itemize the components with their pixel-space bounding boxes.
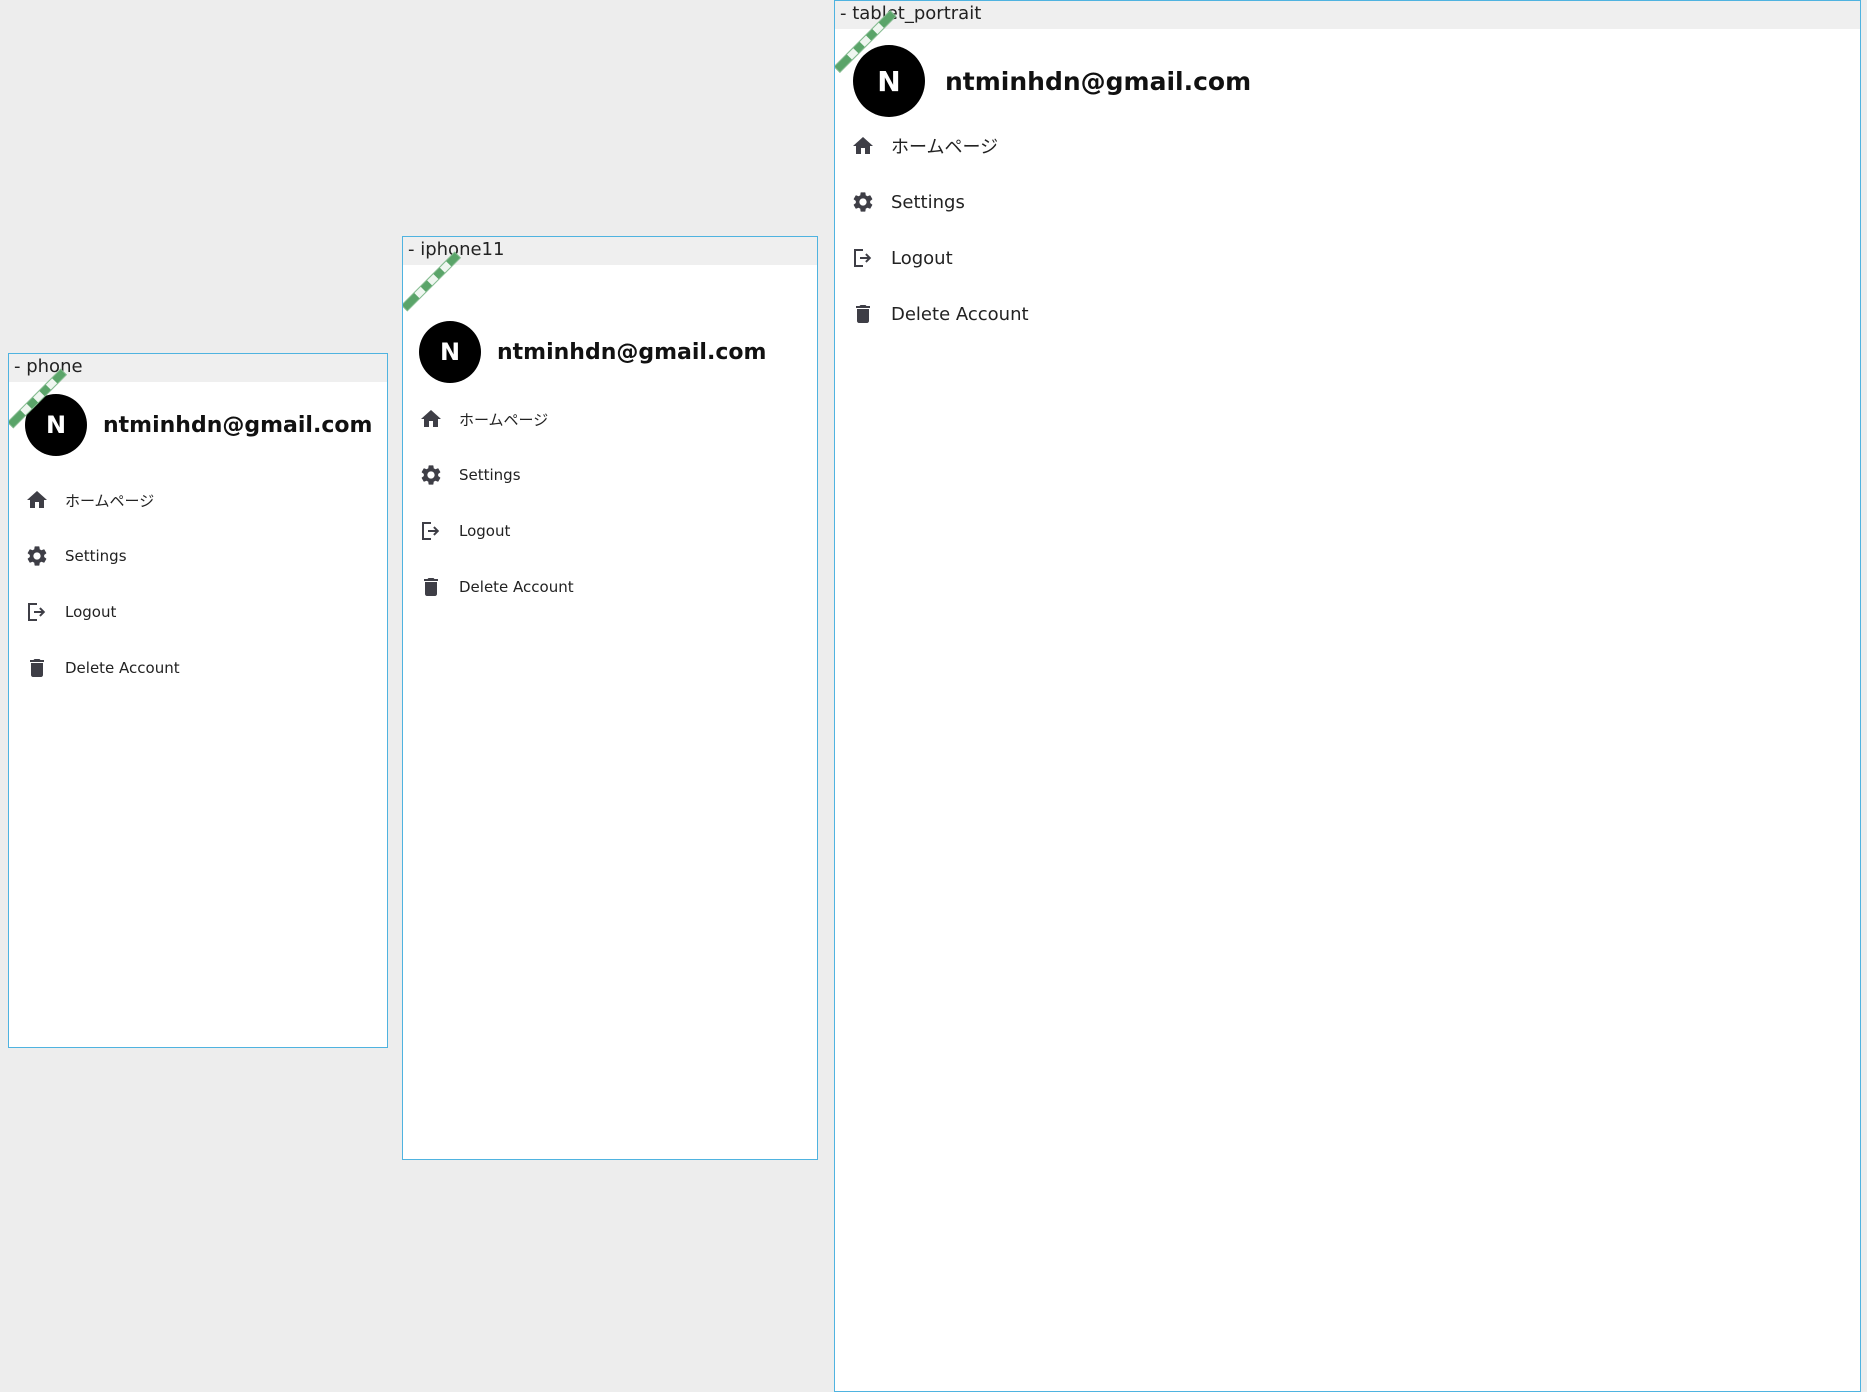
menu-item-label: ホームページ [459,410,549,429]
menu-item-settings[interactable]: Settings [851,174,1029,230]
menu-item-settings[interactable]: Settings [25,528,180,584]
user-email: ntminhdn@gmail.com [945,66,1252,96]
drawer-menu: ホームページ Settings Logout Delete Account [419,391,574,615]
menu-item-label: Settings [891,191,965,213]
drawer-menu: ホームページ Settings Logout Delete Account [851,118,1029,342]
menu-item-label: Delete Account [891,303,1029,325]
gear-icon [27,546,47,566]
menu-item-home[interactable]: ホームページ [25,472,180,528]
menu-item-label: ホームページ [65,491,155,510]
drawer-header: N ntminhdn@gmail.com [853,45,1251,117]
menu-item-label: Delete Account [459,578,574,596]
menu-item-logout[interactable]: Logout [25,584,180,640]
frame-label: - tablet_portrait [835,1,1860,29]
menu-item-label: Settings [459,466,521,484]
frame-label: - phone [9,354,387,382]
logout-icon [854,249,872,267]
trash-icon [424,578,438,596]
menu-item-label: Settings [65,547,127,565]
home-icon [27,491,47,508]
home-icon [853,137,873,154]
menu-item-label: Logout [459,522,511,540]
logout-icon [28,603,46,621]
menu-item-settings[interactable]: Settings [419,447,574,503]
logout-icon [422,522,440,540]
menu-item-delete-account[interactable]: Delete Account [851,286,1029,342]
phone-preview-frame: - phone N ntminhdn@gmail.com ホームページ Sett… [8,353,388,1048]
menu-item-logout[interactable]: Logout [851,230,1029,286]
trash-icon [30,659,44,677]
gear-icon [853,192,873,212]
menu-item-home[interactable]: ホームページ [851,118,1029,174]
menu-item-delete-account[interactable]: Delete Account [25,640,180,696]
user-email: ntminhdn@gmail.com [497,339,767,365]
menu-item-label: Delete Account [65,659,180,677]
menu-item-label: Logout [891,247,953,269]
avatar[interactable]: N [853,45,925,117]
menu-item-label: ホームページ [891,137,999,158]
menu-item-label: Logout [65,603,117,621]
drawer-header: N ntminhdn@gmail.com [25,394,372,456]
trash-icon [856,305,870,323]
menu-item-logout[interactable]: Logout [419,503,574,559]
drawer-menu: ホームページ Settings Logout Delete Account [25,472,180,696]
menu-item-delete-account[interactable]: Delete Account [419,559,574,615]
gear-icon [421,465,441,485]
menu-item-home[interactable]: ホームページ [419,391,574,447]
avatar[interactable]: N [419,321,481,383]
home-icon [421,410,441,427]
iphone11-preview-frame: - iphone11 N ntminhdn@gmail.com ホームページ S… [402,236,818,1160]
frame-label: - iphone11 [403,237,817,265]
drawer-header: N ntminhdn@gmail.com [419,321,766,383]
user-email: ntminhdn@gmail.com [103,412,373,438]
tablet-portrait-preview-frame: - tablet_portrait N ntminhdn@gmail.com ホ… [834,0,1861,1392]
